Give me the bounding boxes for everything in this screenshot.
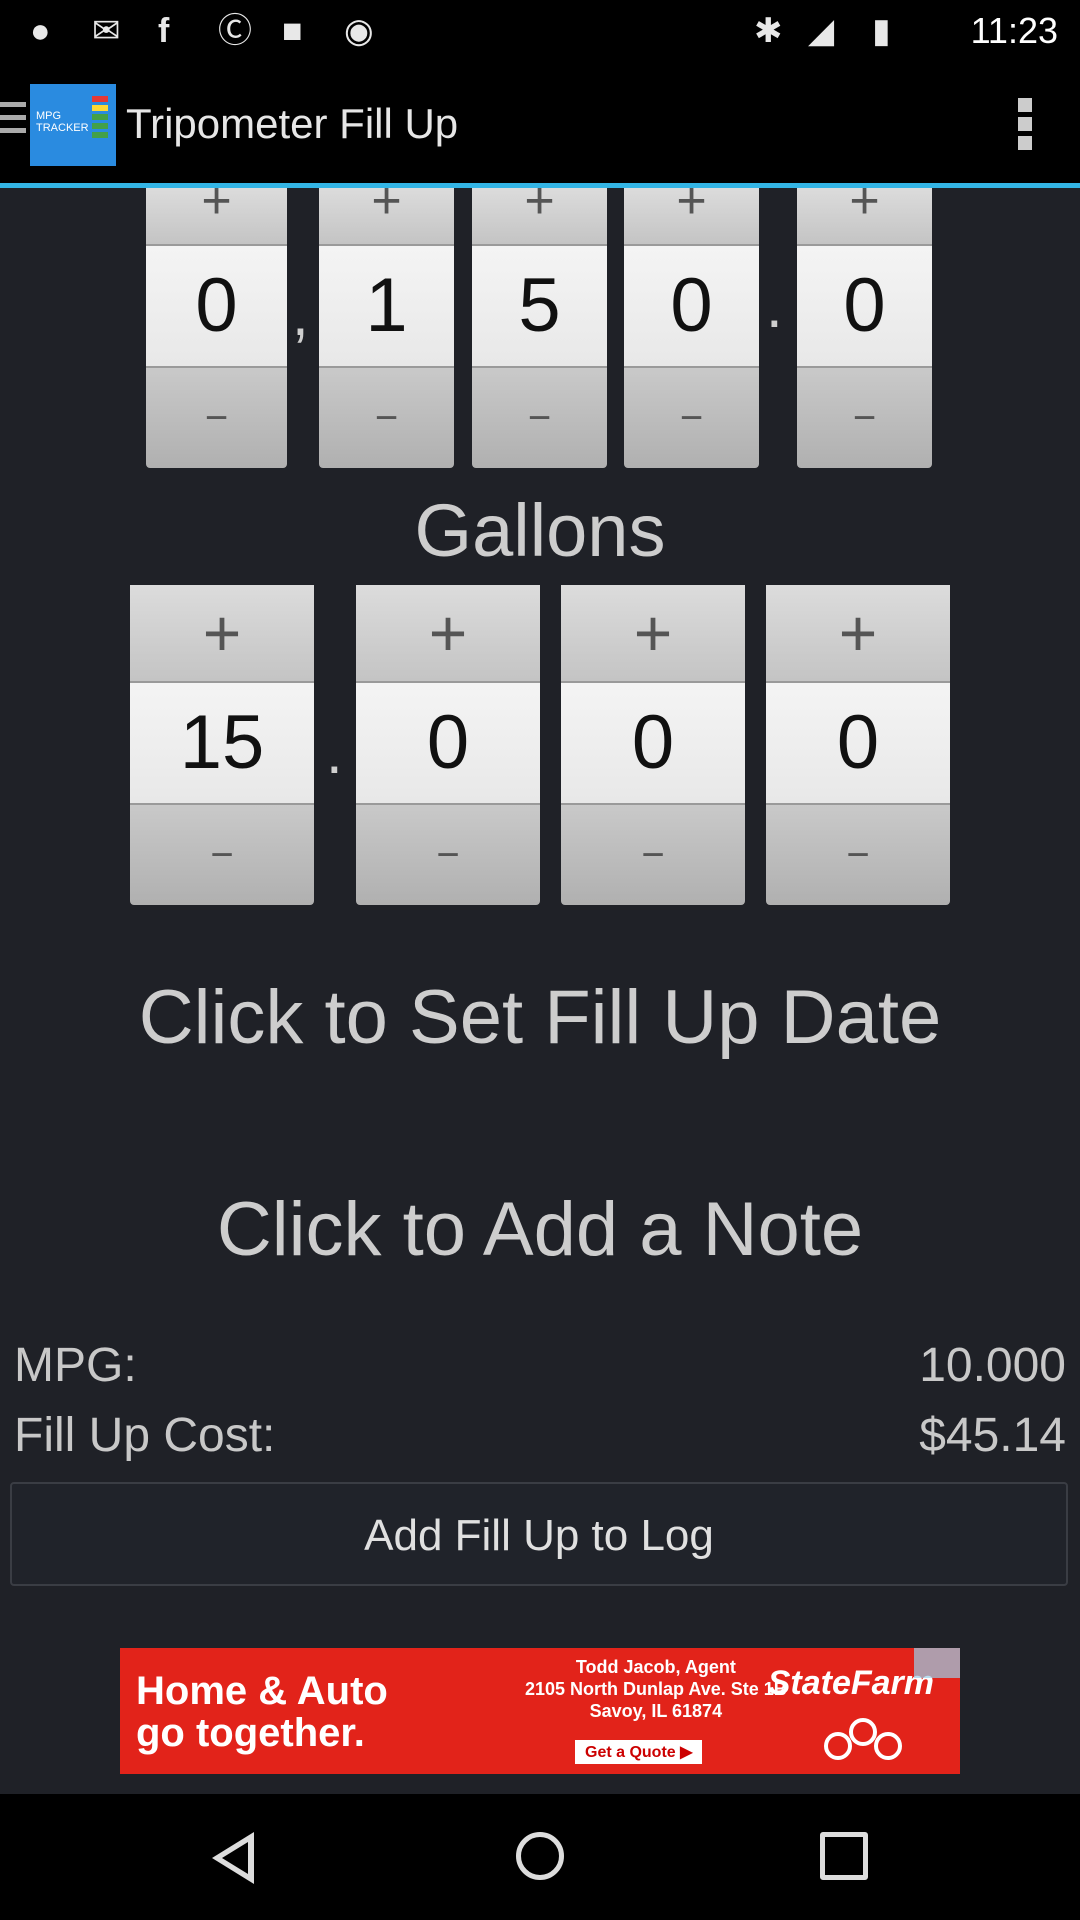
- app-logo[interactable]: MPG TRACKER: [30, 84, 116, 166]
- lock-icon: ■: [282, 12, 303, 50]
- odometer-digit-value[interactable]: 0: [624, 246, 759, 366]
- ad-quote-button[interactable]: Get a Quote ▶: [575, 1740, 703, 1764]
- gallons-digit-value[interactable]: 0: [766, 683, 950, 803]
- odometer-increment-button[interactable]: +: [797, 175, 932, 246]
- notification-icon: ●: [30, 12, 51, 50]
- gallons-increment-button[interactable]: +: [356, 585, 540, 683]
- odometer-digit-value[interactable]: 0: [146, 246, 287, 366]
- odometer-increment-button[interactable]: +: [319, 175, 454, 246]
- ad-brand-logo-icon: [824, 1718, 902, 1762]
- bluetooth-icon: ✱: [754, 12, 783, 50]
- logo-bars-icon: [92, 96, 108, 141]
- fill-up-cost-value: $45.14: [919, 1409, 1066, 1462]
- mail-icon: ✉: [92, 12, 121, 50]
- signal-icon: ◢: [808, 12, 835, 50]
- home-icon[interactable]: [516, 1832, 564, 1880]
- ad-headline-line-2: go together.: [136, 1711, 365, 1755]
- odometer-wheel-4: +0−: [624, 175, 759, 468]
- overflow-menu-icon[interactable]: [1018, 98, 1032, 155]
- ad-agent-address: 2105 North Dunlap Ave. Ste 1B: [525, 1679, 787, 1699]
- gallons-decimal: .: [326, 719, 343, 786]
- gallons-digit-value[interactable]: 0: [561, 683, 745, 803]
- gallons-decrement-button[interactable]: −: [766, 803, 950, 905]
- gallons-decrement-button[interactable]: −: [130, 803, 314, 905]
- odometer-decrement-button[interactable]: −: [472, 366, 607, 468]
- ad-agent-city: Savoy, IL 61874: [589, 1701, 723, 1721]
- odometer-increment-button[interactable]: +: [624, 175, 759, 246]
- back-icon-inner: [222, 1842, 248, 1874]
- odometer-decimal: .: [766, 273, 783, 340]
- gallons-increment-button[interactable]: +: [766, 585, 950, 683]
- gallons-wheel-2: +0−: [356, 585, 540, 905]
- facebook-icon: f: [158, 12, 170, 50]
- odometer-digit-value[interactable]: 5: [472, 246, 607, 366]
- logo-text: MPG TRACKER: [36, 110, 89, 134]
- page-title: Tripometer Fill Up: [126, 100, 459, 147]
- ad-banner[interactable]: Home & Auto go together. Todd Jacob, Age…: [120, 1648, 960, 1774]
- gallons-label: Gallons: [414, 489, 666, 572]
- ad-agent-name: Todd Jacob, Agent: [575, 1657, 736, 1677]
- ad-brand: StateFarm: [767, 1664, 934, 1702]
- add-fill-up-button[interactable]: Add Fill Up to Log: [10, 1482, 1068, 1586]
- gallons-decrement-button[interactable]: −: [356, 803, 540, 905]
- ad-headline-line-1: Home & Auto: [136, 1669, 388, 1713]
- mpg-label: MPG:: [14, 1339, 137, 1392]
- odometer-wheel-3: +5−: [472, 175, 607, 468]
- gallons-wheel-1: +15−: [130, 585, 314, 905]
- ad-headline: Home & Auto go together.: [136, 1670, 388, 1754]
- mpg-value: 10.000: [919, 1339, 1066, 1392]
- fill-up-cost-label: Fill Up Cost:: [14, 1409, 276, 1462]
- ad-agent-info: Todd Jacob, Agent 2105 North Dunlap Ave.…: [525, 1656, 787, 1722]
- odometer-decrement-button[interactable]: −: [624, 366, 759, 468]
- odometer-decrement-button[interactable]: −: [319, 366, 454, 468]
- gallons-digit-value[interactable]: 0: [356, 683, 540, 803]
- menu-icon[interactable]: [0, 102, 26, 142]
- action-bar: MPG TRACKER Tripometer Fill Up: [0, 62, 1080, 186]
- set-date-button[interactable]: Click to Set Fill Up Date: [0, 974, 1080, 1061]
- odometer-digit-value[interactable]: 0: [797, 246, 932, 366]
- android-icon: ◉: [344, 12, 374, 50]
- odometer-wheel-5: +0−: [797, 175, 932, 468]
- gallons-digit-value[interactable]: 15: [130, 683, 314, 803]
- odometer-comma: ,: [292, 281, 309, 348]
- odometer-wheel-1: +0−: [146, 175, 287, 468]
- gallons-increment-button[interactable]: +: [561, 585, 745, 683]
- status-bar: ● ✉ f Ⓒ ■ ◉ ✱ ◢ ▮ 11:23: [0, 0, 1080, 62]
- add-note-button[interactable]: Click to Add a Note: [0, 1186, 1080, 1273]
- sync-icon: Ⓒ: [218, 12, 252, 50]
- navigation-bar: [0, 1794, 1080, 1920]
- odometer-decrement-button[interactable]: −: [146, 366, 287, 468]
- gallons-decrement-button[interactable]: −: [561, 803, 745, 905]
- battery-icon: ▮: [872, 12, 891, 50]
- odometer-increment-button[interactable]: +: [472, 175, 607, 246]
- gallons-increment-button[interactable]: +: [130, 585, 314, 683]
- gallons-wheel-3: +0−: [561, 585, 745, 905]
- gallons-wheel-4: +0−: [766, 585, 950, 905]
- odometer-wheel-2: +1−: [319, 175, 454, 468]
- odometer-digit-value[interactable]: 1: [319, 246, 454, 366]
- recent-apps-icon[interactable]: [820, 1832, 868, 1880]
- ad-choices-icon[interactable]: [914, 1648, 960, 1678]
- clock: 11:23: [970, 10, 1058, 51]
- odometer-decrement-button[interactable]: −: [797, 366, 932, 468]
- odometer-increment-button[interactable]: +: [146, 175, 287, 246]
